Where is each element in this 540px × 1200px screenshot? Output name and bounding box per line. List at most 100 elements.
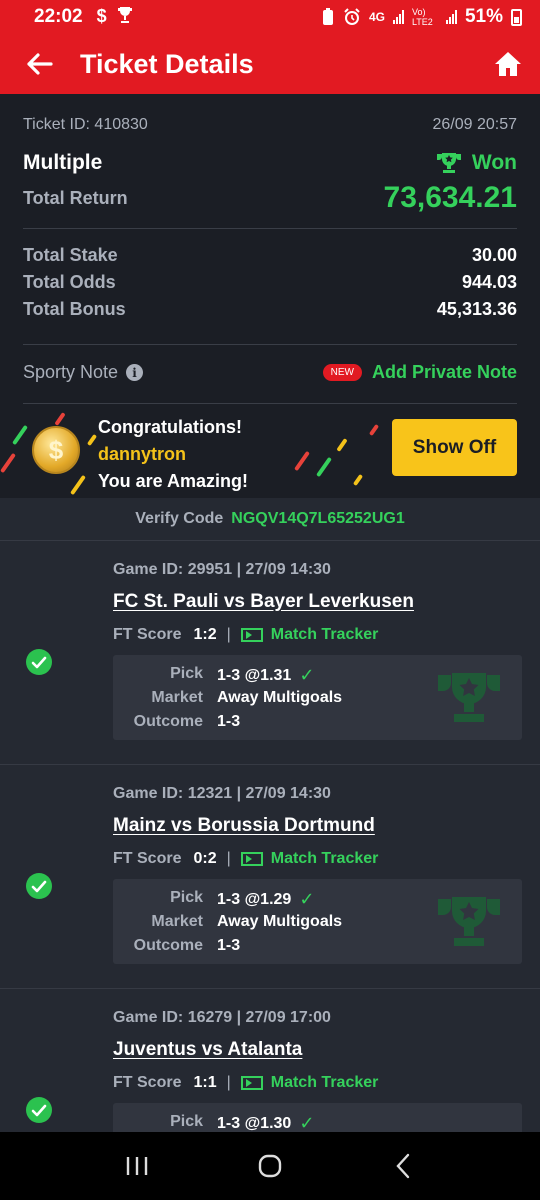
pick-label: Pick — [170, 1113, 203, 1130]
ft-score-value: 1:2 — [193, 626, 217, 643]
total-odds-value: 944.03 — [461, 272, 517, 292]
home-button[interactable] — [476, 34, 540, 94]
home-circle-icon — [258, 1154, 282, 1178]
ticket-id-row: Ticket ID: 410830 26/09 20:57 — [23, 116, 517, 134]
congrats-line: Congratulations! — [98, 417, 242, 437]
home-nav-button[interactable] — [240, 1141, 300, 1191]
show-off-button[interactable]: Show Off — [392, 419, 517, 476]
coin-icon: $ — [32, 426, 80, 474]
chevron-left-icon — [396, 1153, 410, 1179]
market-label: Market — [151, 913, 203, 930]
sporty-note-label: Sporty Note i — [23, 362, 144, 383]
ticket-datetime: 26/09 20:57 — [432, 116, 517, 133]
recent-apps-icon — [126, 1157, 147, 1175]
match-tracker-icon[interactable] — [240, 852, 263, 866]
sporty-note-row: Sporty Note i NEW Add Private Note — [23, 362, 517, 383]
trophy-watermark-icon — [438, 673, 500, 722]
ft-score-label: FT Score — [113, 850, 182, 867]
check-icon: ✓ — [299, 665, 315, 685]
trophy-icon — [436, 153, 461, 173]
game-id: Game ID: 16279 | 27/09 17:00 — [113, 1009, 331, 1026]
total-odds-row: Total Odds 944.03 — [23, 272, 517, 293]
ft-score-row: FT Score 1:2 | Match Tracker — [113, 626, 378, 644]
pick-details: Pick 1-3 @1.30 ✓ — [113, 1103, 522, 1132]
congrats-banner: $ Congratulations! dannytron You are Ama… — [0, 404, 540, 498]
ticket-id: Ticket ID: 410830 — [23, 116, 148, 133]
status-text: Won — [471, 151, 517, 174]
total-stake-row: Total Stake 30.00 — [23, 245, 517, 266]
total-bonus-label: Total Bonus — [23, 299, 126, 319]
ft-score-row: FT Score 1:1 | Match Tracker — [113, 1074, 378, 1092]
status-badge: Won — [436, 151, 517, 175]
status-bar: 22:02 $ 4G Vo) LTE2 51% — [0, 0, 540, 34]
bet-type: Multiple — [23, 151, 103, 174]
pick-value: 1-3 @1.29 — [217, 890, 292, 908]
total-stake-label: Total Stake — [23, 245, 118, 265]
network-type: 4G — [368, 10, 385, 24]
username: dannytron — [98, 444, 186, 464]
outcome-label: Outcome — [133, 937, 203, 954]
back-button[interactable] — [0, 34, 80, 94]
check-icon: ✓ — [299, 889, 315, 909]
add-private-note-label: Add Private Note — [371, 362, 517, 382]
battery-icon — [511, 8, 522, 26]
total-odds-label: Total Odds — [23, 272, 116, 292]
amazing-line: You are Amazing! — [98, 471, 249, 491]
ft-score-value: 0:2 — [193, 850, 217, 867]
info-icon[interactable]: i — [126, 364, 144, 381]
match-tracker-icon[interactable] — [240, 1076, 263, 1090]
pick-value: 1-3 @1.31 — [217, 666, 292, 684]
game-card: Game ID: 29951 | 27/09 14:30 FC St. Paul… — [0, 540, 540, 764]
ft-score-row: FT Score 0:2 | Match Tracker — [113, 850, 378, 868]
app-header: Ticket Details — [0, 34, 540, 94]
game-id: Game ID: 12321 | 27/09 14:30 — [113, 785, 331, 802]
market-value: Away Multigoals — [217, 689, 343, 706]
ft-score-value: 1:1 — [193, 1074, 217, 1091]
match-tracker-link[interactable]: Match Tracker — [271, 626, 379, 644]
check-icon: ✓ — [299, 1113, 315, 1132]
add-private-note-button[interactable]: NEW Add Private Note — [322, 362, 517, 383]
check-circle-icon — [26, 873, 52, 899]
pick-details: Pick 1-3 @1.31 ✓ Market Away Multigoals O… — [113, 655, 522, 740]
match-tracker-link[interactable]: Match Tracker — [271, 1074, 379, 1092]
ft-score-label: FT Score — [113, 1074, 182, 1091]
match-teams-link[interactable]: Mainz vs Borussia Dortmund — [113, 815, 375, 837]
congrats-text: Congratulations! dannytron You are Amazi… — [98, 414, 248, 495]
ft-score-label: FT Score — [113, 626, 182, 643]
battery-saver-icon — [322, 8, 333, 25]
pick-row: Pick 1-3 @1.30 ✓ — [113, 1113, 522, 1132]
new-badge: NEW — [322, 364, 362, 381]
pick-details: Pick 1-3 @1.29 ✓ Market Away Multigoals O… — [113, 879, 522, 964]
bet-type-row: Multiple Won — [23, 151, 517, 175]
total-bonus-value: 45,313.36 — [436, 299, 517, 319]
game-card: Game ID: 12321 | 27/09 14:30 Mainz vs Bo… — [0, 764, 540, 988]
recent-apps-button[interactable] — [107, 1141, 167, 1191]
divider — [23, 344, 517, 345]
check-circle-icon — [26, 649, 52, 675]
battery-percent: 51% — [464, 6, 503, 27]
arrow-left-icon — [27, 53, 53, 75]
verify-code-label: Verify Code — [135, 510, 224, 527]
match-teams-link[interactable]: Juventus vs Atalanta — [113, 1039, 302, 1061]
alarm-icon — [344, 8, 360, 25]
match-tracker-link[interactable]: Match Tracker — [271, 850, 379, 868]
verify-code-value[interactable]: NGQV14Q7L65252UG1 — [231, 510, 404, 528]
outcome-value: 1-3 — [217, 937, 241, 954]
market-value: Away Multigoals — [217, 913, 343, 930]
market-label: Market — [151, 689, 203, 706]
game-id: Game ID: 29951 | 27/09 14:30 — [113, 561, 331, 578]
back-nav-button[interactable] — [373, 1141, 433, 1191]
separator: | — [226, 626, 231, 643]
system-nav-bar — [0, 1132, 540, 1200]
match-teams-link[interactable]: FC St. Pauli vs Bayer Leverkusen — [113, 591, 414, 613]
outcome-value: 1-3 — [217, 713, 241, 730]
system-icons: 4G Vo) LTE2 51% — [321, 6, 522, 28]
carrier-label: Vo) LTE2 — [411, 7, 433, 27]
pick-label: Pick — [170, 665, 203, 682]
outcome-label: Outcome — [133, 713, 203, 730]
status-time: 22:02 — [34, 6, 83, 27]
pick-value: 1-3 @1.30 — [217, 1114, 292, 1132]
match-tracker-icon[interactable] — [240, 628, 263, 642]
total-return-label: Total Return — [23, 187, 128, 208]
signal-icon-2 — [445, 10, 457, 24]
